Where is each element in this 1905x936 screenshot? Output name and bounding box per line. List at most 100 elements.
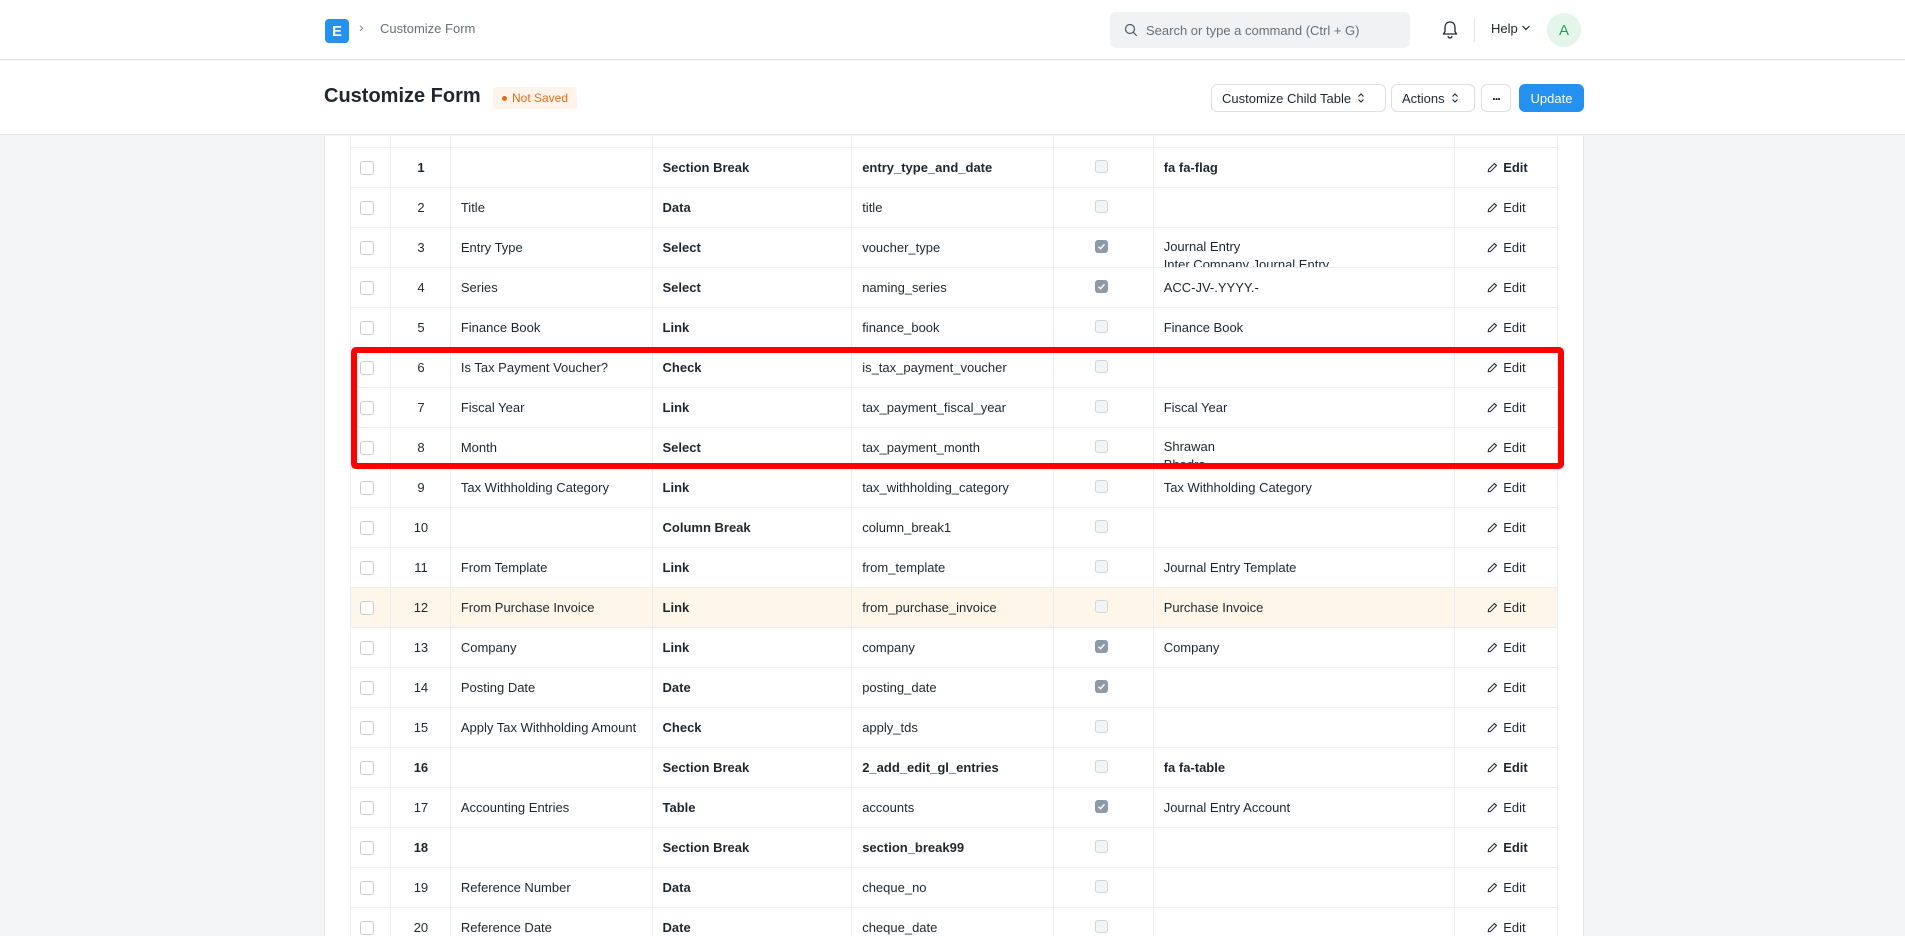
- mandatory-checkbox[interactable]: [1094, 160, 1108, 173]
- field-name-cell[interactable]: voucher_type: [852, 228, 1054, 267]
- table-row-4[interactable]: 4 Series Select naming_series ACC-JV-.YY…: [351, 268, 1557, 308]
- field-type-cell[interactable]: Data: [653, 188, 853, 227]
- row-select-checkbox[interactable]: [360, 201, 374, 215]
- field-label-cell[interactable]: Title: [451, 188, 653, 227]
- field-type-cell[interactable]: Link: [653, 308, 853, 347]
- field-name-cell[interactable]: tax_payment_month: [852, 428, 1054, 467]
- options-cell[interactable]: [1154, 668, 1456, 707]
- options-cell[interactable]: [1154, 868, 1456, 907]
- field-label-cell[interactable]: Tax Withholding Category: [451, 468, 653, 507]
- mandatory-checkbox[interactable]: [1094, 200, 1108, 213]
- row-select-checkbox[interactable]: [360, 361, 374, 375]
- row-select-checkbox[interactable]: [360, 881, 374, 895]
- row-select-checkbox[interactable]: [360, 761, 374, 775]
- mandatory-checkbox[interactable]: [1094, 840, 1108, 853]
- field-type-cell[interactable]: Check: [653, 708, 853, 747]
- field-type-cell[interactable]: Section Break: [653, 748, 853, 787]
- field-label-cell[interactable]: Is Tax Payment Voucher?: [451, 348, 653, 387]
- table-row-7[interactable]: 7 Fiscal Year Link tax_payment_fiscal_ye…: [351, 388, 1557, 428]
- mandatory-checkbox[interactable]: [1094, 800, 1108, 813]
- options-cell[interactable]: fa fa-flag: [1154, 148, 1456, 187]
- field-name-cell[interactable]: column_break1: [852, 508, 1054, 547]
- field-type-cell[interactable]: Link: [653, 468, 853, 507]
- table-row-9[interactable]: 9 Tax Withholding Category Link tax_with…: [351, 468, 1557, 508]
- row-select-checkbox[interactable]: [360, 401, 374, 415]
- edit-row-button[interactable]: Edit: [1487, 280, 1526, 295]
- options-cell[interactable]: [1154, 908, 1456, 936]
- field-label-cell[interactable]: [451, 748, 653, 787]
- edit-row-button[interactable]: Edit: [1487, 160, 1528, 175]
- options-cell[interactable]: [1154, 508, 1456, 547]
- field-type-cell[interactable]: Date: [653, 668, 853, 707]
- mandatory-checkbox[interactable]: [1094, 400, 1108, 413]
- field-label-cell[interactable]: Fiscal Year: [451, 388, 653, 427]
- mandatory-checkbox[interactable]: [1094, 920, 1108, 933]
- table-row-5[interactable]: 5 Finance Book Link finance_book Finance…: [351, 308, 1557, 348]
- edit-row-button[interactable]: Edit: [1487, 520, 1526, 535]
- edit-row-button[interactable]: Edit: [1487, 440, 1526, 455]
- row-select-checkbox[interactable]: [360, 681, 374, 695]
- chevron-down-icon[interactable]: [1521, 24, 1531, 32]
- field-label-cell[interactable]: [451, 828, 653, 867]
- row-select-checkbox[interactable]: [360, 281, 374, 295]
- field-type-cell[interactable]: Link: [653, 588, 853, 627]
- mandatory-checkbox[interactable]: [1094, 280, 1108, 293]
- mandatory-checkbox[interactable]: [1094, 560, 1108, 573]
- field-name-cell[interactable]: from_template: [852, 548, 1054, 587]
- table-row-15[interactable]: 15 Apply Tax Withholding Amount Check ap…: [351, 708, 1557, 748]
- options-cell[interactable]: [1154, 188, 1456, 227]
- row-select-checkbox[interactable]: [360, 521, 374, 535]
- breadcrumb-customize-form[interactable]: Customize Form: [380, 21, 475, 36]
- edit-row-button[interactable]: Edit: [1487, 760, 1528, 775]
- field-label-cell[interactable]: Month: [451, 428, 653, 467]
- options-cell[interactable]: Journal Entry Template: [1154, 548, 1456, 587]
- field-type-cell[interactable]: Column Break: [653, 508, 853, 547]
- edit-row-button[interactable]: Edit: [1487, 480, 1526, 495]
- mandatory-checkbox[interactable]: [1094, 760, 1108, 773]
- edit-row-button[interactable]: Edit: [1487, 320, 1526, 335]
- table-row-8[interactable]: 8 Month Select tax_payment_month Shrawan…: [351, 428, 1557, 468]
- field-label-cell[interactable]: From Template: [451, 548, 653, 587]
- row-select-checkbox[interactable]: [360, 721, 374, 735]
- field-name-cell[interactable]: section_break99: [852, 828, 1054, 867]
- options-cell[interactable]: Shrawan Bhadra: [1154, 428, 1456, 467]
- customize-child-table-button[interactable]: Customize Child Table: [1211, 84, 1386, 112]
- mandatory-checkbox[interactable]: [1094, 440, 1108, 453]
- field-label-cell[interactable]: Reference Number: [451, 868, 653, 907]
- field-type-cell[interactable]: Select: [653, 268, 853, 307]
- search-input[interactable]: Search or type a command (Ctrl + G): [1146, 23, 1360, 38]
- table-row-19[interactable]: 19 Reference Number Data cheque_no Edit: [351, 868, 1557, 908]
- field-name-cell[interactable]: accounts: [852, 788, 1054, 827]
- field-type-cell[interactable]: Date: [653, 908, 853, 936]
- field-label-cell[interactable]: [451, 148, 653, 187]
- field-name-cell[interactable]: cheque_date: [852, 908, 1054, 936]
- user-avatar[interactable]: A: [1547, 13, 1581, 47]
- field-label-cell[interactable]: Apply Tax Withholding Amount: [451, 708, 653, 747]
- field-name-cell[interactable]: is_tax_payment_voucher: [852, 348, 1054, 387]
- table-row-12[interactable]: 12 From Purchase Invoice Link from_purch…: [351, 588, 1557, 628]
- field-type-cell[interactable]: Select: [653, 428, 853, 467]
- field-label-cell[interactable]: Company: [451, 628, 653, 667]
- edit-row-button[interactable]: Edit: [1487, 640, 1526, 655]
- row-select-checkbox[interactable]: [360, 241, 374, 255]
- mandatory-checkbox[interactable]: [1094, 600, 1108, 613]
- edit-row-button[interactable]: Edit: [1487, 400, 1526, 415]
- field-label-cell[interactable]: Accounting Entries: [451, 788, 653, 827]
- edit-row-button[interactable]: Edit: [1487, 560, 1526, 575]
- table-row-11[interactable]: 11 From Template Link from_template Jour…: [351, 548, 1557, 588]
- field-name-cell[interactable]: cheque_no: [852, 868, 1054, 907]
- row-select-checkbox[interactable]: [360, 481, 374, 495]
- table-row-13[interactable]: 13 Company Link company Company Edit: [351, 628, 1557, 668]
- field-name-cell[interactable]: 2_add_edit_gl_entries: [852, 748, 1054, 787]
- table-row-3[interactable]: 3 Entry Type Select voucher_type Journal…: [351, 228, 1557, 268]
- options-cell[interactable]: Purchase Invoice: [1154, 588, 1456, 627]
- row-select-checkbox[interactable]: [360, 161, 374, 175]
- options-cell[interactable]: Finance Book: [1154, 308, 1456, 347]
- edit-row-button[interactable]: Edit: [1487, 600, 1526, 615]
- options-cell[interactable]: Journal Entry Account: [1154, 788, 1456, 827]
- actions-button[interactable]: Actions: [1391, 84, 1475, 112]
- field-name-cell[interactable]: posting_date: [852, 668, 1054, 707]
- table-row-6[interactable]: 6 Is Tax Payment Voucher? Check is_tax_p…: [351, 348, 1557, 388]
- mandatory-checkbox[interactable]: [1094, 320, 1108, 333]
- field-label-cell[interactable]: Reference Date: [451, 908, 653, 936]
